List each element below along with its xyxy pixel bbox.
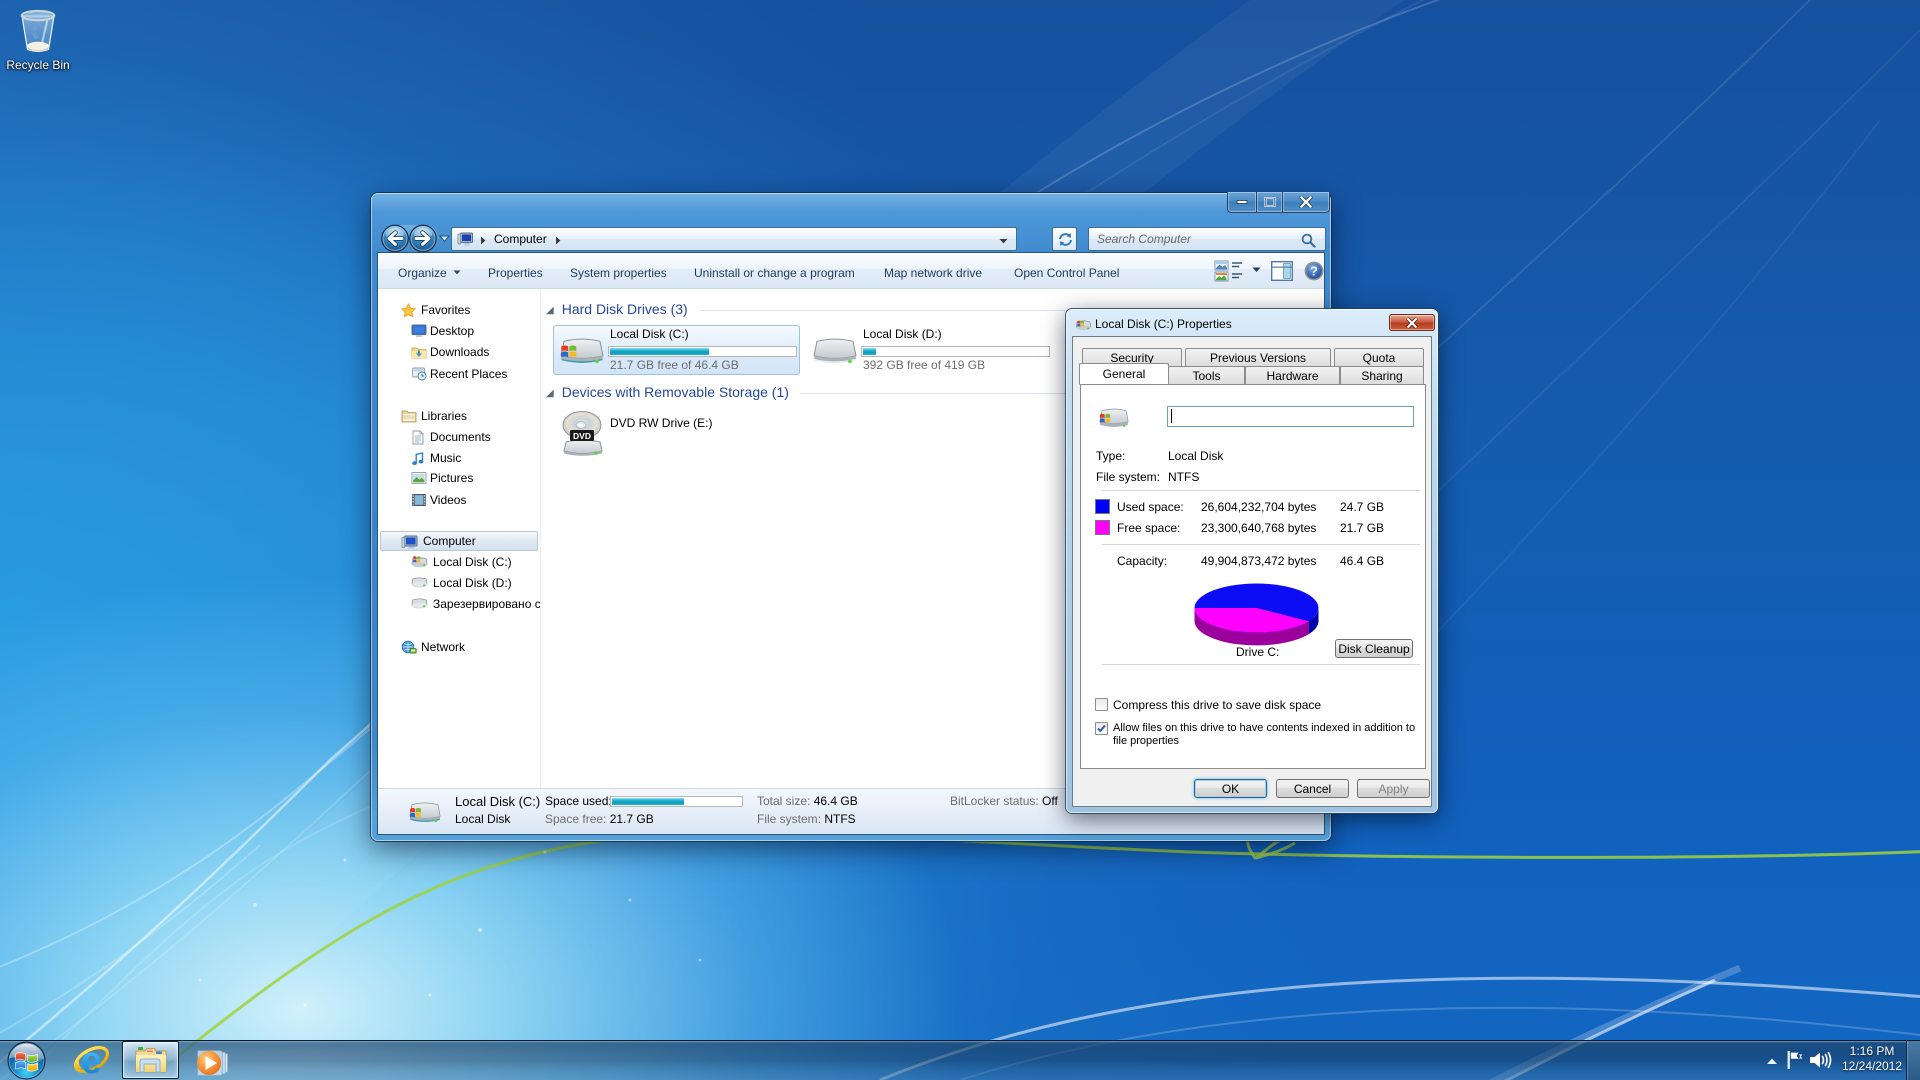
svg-text:e: e xyxy=(81,1042,102,1080)
svg-text:DVD: DVD xyxy=(573,431,591,441)
svg-text:?: ? xyxy=(1310,264,1318,279)
